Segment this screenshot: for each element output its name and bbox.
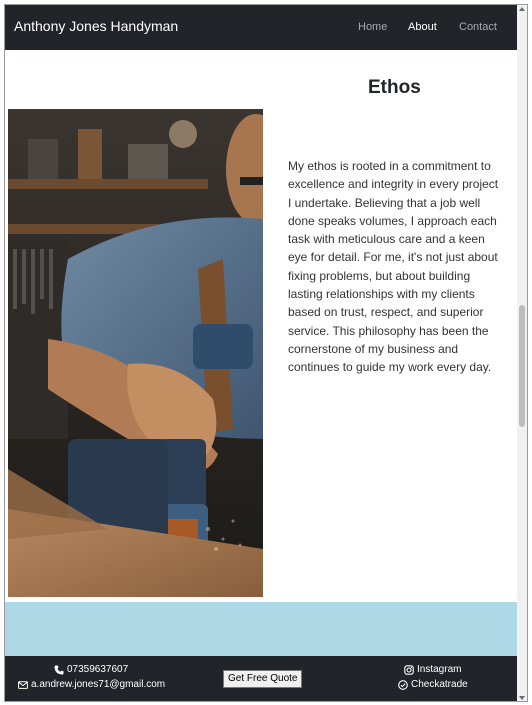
instagram-label: Instagram	[417, 664, 462, 675]
phone-number: 07359637607	[67, 664, 129, 675]
footer-checkatrade-link[interactable]: Checkatrade	[398, 679, 468, 690]
navbar: Anthony Jones Handyman Home About Contac…	[5, 5, 518, 50]
handyman-drill-photo	[8, 109, 263, 597]
check-circle-icon	[398, 679, 408, 690]
page-title: Ethos	[368, 77, 421, 98]
nav-link-contact[interactable]: Contact	[459, 21, 497, 33]
get-free-quote-button[interactable]: Get Free Quote	[223, 670, 303, 688]
phone-icon	[54, 665, 64, 674]
scrollbar-thumb[interactable]	[519, 305, 525, 427]
footer: 07359637607 a.andrew.jones71@gmail.com G…	[5, 656, 518, 701]
ethos-paragraph: My ethos is rooted in a commitment to ex…	[288, 159, 499, 375]
vertical-scrollbar[interactable]	[517, 5, 527, 701]
footer-phone[interactable]: 07359637607	[54, 664, 128, 675]
envelope-icon	[18, 680, 28, 689]
checkatrade-label: Checkatrade	[411, 679, 468, 690]
instagram-icon	[404, 664, 414, 675]
email-address: a.andrew.jones71@gmail.com	[31, 679, 166, 690]
scroll-up-arrow-icon[interactable]	[519, 7, 525, 11]
footer-instagram-link[interactable]: Instagram	[404, 664, 461, 675]
light-blue-band	[5, 602, 518, 656]
brand-link[interactable]: Anthony Jones Handyman	[14, 18, 178, 34]
scroll-down-arrow-icon[interactable]	[519, 696, 525, 700]
nav-link-about[interactable]: About	[408, 21, 437, 33]
footer-email[interactable]: a.andrew.jones71@gmail.com	[18, 679, 165, 690]
nav-link-home[interactable]: Home	[358, 21, 387, 33]
browser-viewport: Anthony Jones Handyman Home About Contac…	[4, 4, 528, 702]
